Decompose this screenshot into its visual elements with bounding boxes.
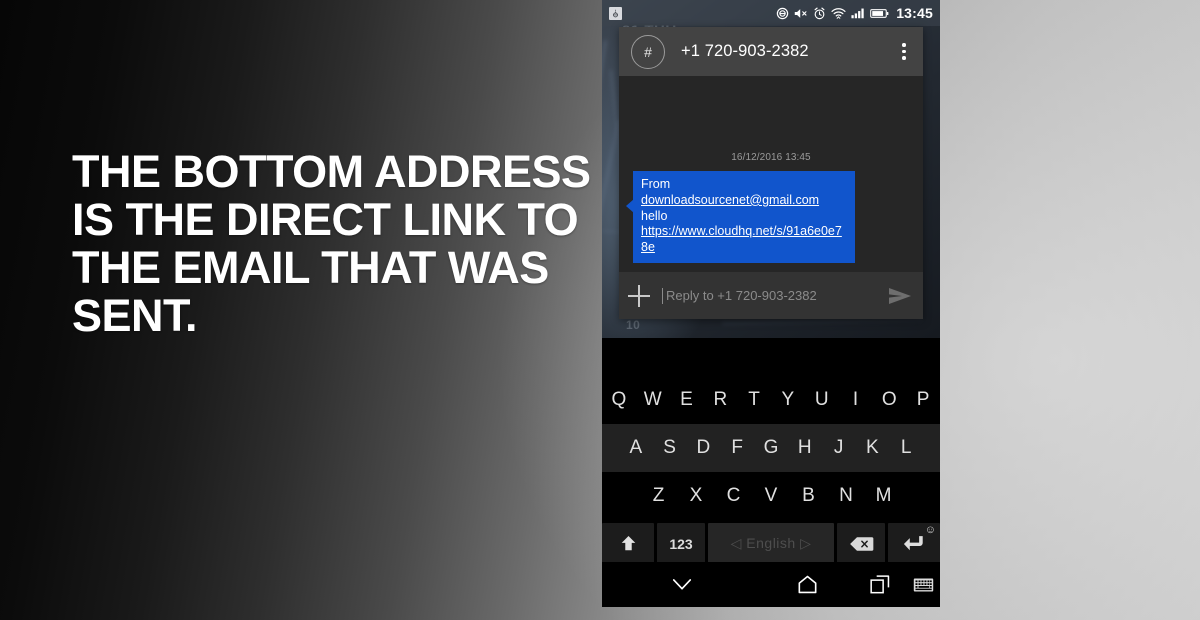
home-button[interactable] [762,575,852,594]
numbers-key[interactable]: 123 [657,523,705,564]
emoji-icon[interactable]: ☺ [925,525,936,536]
keyboard-row-1: Q W E R T Y U I O P [602,376,940,424]
key-j[interactable]: J [822,437,856,459]
sender-email-link[interactable]: downloadsourcenet@gmail.com [641,193,819,207]
wifi-icon [831,7,846,19]
message-composer: Reply to +1 720-903-2382 [619,272,923,319]
recent-apps-button[interactable] [852,575,907,594]
cell-signal-icon [851,8,864,19]
volume-mute-icon [794,8,807,18]
key-p[interactable]: P [906,389,940,411]
enter-arrow-icon [903,536,923,551]
key-v[interactable]: V [752,485,790,507]
key-o[interactable]: O [872,389,906,411]
key-x[interactable]: X [677,485,715,507]
alarm-icon [814,7,825,19]
poster-canvas: The bottom address is the direct link to… [0,0,1200,620]
key-z[interactable]: Z [640,485,678,507]
key-c[interactable]: C [715,485,753,507]
key-g[interactable]: G [754,437,788,459]
conversation-app-bar: # +1 720-903-2382 [619,27,923,76]
recents-icon [869,575,889,594]
home-icon [798,575,816,594]
key-i[interactable]: I [839,389,873,411]
message-timestamp: 16/12/2016 13:45 [731,152,811,163]
back-hide-keyboard-button[interactable] [602,577,762,592]
on-screen-keyboard: Q W E R T Y U I O P A S D F G H J K L Z … [602,338,940,567]
messaging-app-window: # +1 720-903-2382 16/12/2016 13:45 From … [619,27,923,319]
message-line-from: From [641,177,671,191]
key-f[interactable]: F [720,437,754,459]
send-icon[interactable] [887,286,913,306]
key-t[interactable]: T [737,389,771,411]
backspace-icon [849,536,873,551]
keyboard-row-3: Z X C V B N M [602,472,940,520]
message-row: From downloadsourcenet@gmail.com hello h… [626,171,855,263]
page-title: The bottom address is the direct link to… [72,146,591,341]
shift-key[interactable] [602,523,654,564]
message-body-prefix: hello [641,208,668,223]
conversation-title: +1 720-903-2382 [681,42,809,60]
key-e[interactable]: E [670,389,704,411]
space-key[interactable]: ◁ English ▷ [708,523,834,564]
shift-arrow-icon [621,535,635,551]
key-l[interactable]: L [889,437,923,459]
key-b[interactable]: B [790,485,828,507]
key-d[interactable]: D [687,437,721,459]
key-w[interactable]: W [636,389,670,411]
notification-icon [609,6,622,20]
phone-screenshot: 01 THU 10 [602,0,940,607]
status-bar: 13:45 [602,0,940,26]
message-bubble[interactable]: From downloadsourcenet@gmail.com hello h… [633,171,855,263]
key-s[interactable]: S [653,437,687,459]
key-n[interactable]: N [827,485,865,507]
switch-keyboard-button[interactable] [907,578,940,592]
keyboard-row-2: A S D F G H J K L [602,424,940,472]
key-q[interactable]: Q [602,389,636,411]
avatar: # [631,34,665,69]
message-thread: 16/12/2016 13:45 From downloadsourcenet@… [619,76,923,272]
android-navigation-bar [602,562,940,607]
key-k[interactable]: K [855,437,889,459]
key-y[interactable]: Y [771,389,805,411]
key-m[interactable]: M [865,485,903,507]
keyboard-icon [913,578,934,591]
key-u[interactable]: U [805,389,839,411]
battery-icon [870,8,889,18]
direct-email-url-link[interactable]: https://www.cloudhq.net/s/91a6e0e78e [641,224,842,254]
enter-key[interactable]: ☺ [888,523,940,564]
backspace-key[interactable] [837,523,885,564]
plus-icon[interactable] [628,284,650,307]
wallpaper-secondary-text: 10 [626,318,641,332]
status-bar-clock: 13:45 [896,5,933,21]
key-a[interactable]: A [619,437,653,459]
key-h[interactable]: H [788,437,822,459]
key-r[interactable]: R [703,389,737,411]
do-not-disturb-icon [776,7,789,19]
overflow-menu-icon[interactable] [891,35,917,69]
avatar-glyph: # [644,43,652,60]
reply-input[interactable]: Reply to +1 720-903-2382 [662,287,881,304]
keyboard-function-row: 123 ◁ English ▷ ☺ [602,520,940,567]
chevron-down-icon [672,579,692,590]
